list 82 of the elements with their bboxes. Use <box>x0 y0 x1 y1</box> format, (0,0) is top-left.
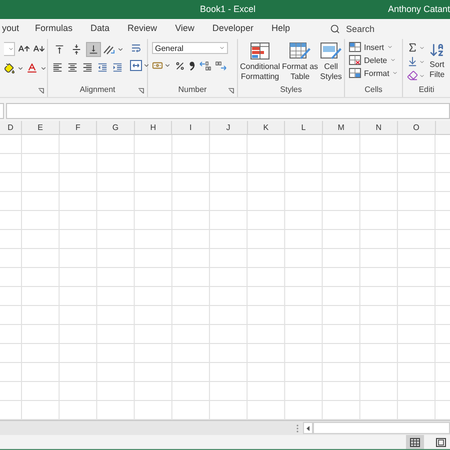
decrease-indent-icon[interactable] <box>97 62 108 73</box>
group-label: Number <box>178 84 207 96</box>
increase-indent-icon[interactable] <box>112 62 123 73</box>
format-cells-icon <box>349 68 361 78</box>
style-button[interactable]: Cell Styles <box>320 42 342 82</box>
horizontal-scrollbar[interactable] <box>313 422 450 434</box>
ribbon-tab[interactable]: Formulas <box>33 23 75 35</box>
group-label: Alignment <box>80 84 116 96</box>
column-header[interactable]: H <box>134 121 172 134</box>
caret-icon[interactable] <box>17 64 24 72</box>
ribbon-tab[interactable]: View <box>173 23 196 35</box>
scroll-left-button[interactable] <box>303 422 313 434</box>
align-left-icon[interactable] <box>52 62 63 73</box>
column-header[interactable]: F <box>60 121 98 134</box>
column-header[interactable]: K <box>248 121 286 134</box>
style-button[interactable]: Conditional Formatting <box>240 42 280 82</box>
ribbon-tab[interactable]: yout <box>0 23 22 35</box>
delete-cells-icon <box>349 55 361 65</box>
caret-icon[interactable] <box>164 62 171 69</box>
column-header[interactable]: M <box>322 121 360 134</box>
ribbon-tab[interactable]: Developer <box>210 23 256 35</box>
vertical-align-icon <box>88 44 99 55</box>
group-label: Editi <box>418 84 434 96</box>
caret-icon[interactable] <box>117 46 124 53</box>
search-field[interactable]: Search <box>346 24 374 34</box>
cell-styles-icon <box>320 42 342 60</box>
column-header[interactable]: E <box>22 121 60 134</box>
clear-icon[interactable] <box>407 70 418 81</box>
user-name[interactable]: Anthony Catant <box>388 4 450 14</box>
cell-grid[interactable] <box>0 135 450 420</box>
accounting-format-icon[interactable] <box>152 60 163 71</box>
merge-cells-icon[interactable] <box>130 60 142 71</box>
dialog-launcher-icon[interactable] <box>138 88 144 94</box>
group-label: Cells <box>364 84 382 96</box>
dialog-launcher-icon[interactable] <box>228 88 234 94</box>
table-style-icon <box>289 42 312 60</box>
comma-style-icon[interactable] <box>189 60 195 70</box>
dialog-launcher-icon[interactable] <box>38 88 44 94</box>
insert-cells-icon <box>349 42 361 52</box>
column-header[interactable]: G <box>97 121 135 134</box>
font-size-field[interactable] <box>4 42 15 56</box>
group-label: Styles <box>280 84 302 96</box>
caret-icon[interactable] <box>143 62 150 69</box>
cells-button[interactable]: Format <box>349 68 398 78</box>
resize-handle-icon[interactable] <box>296 424 299 432</box>
column-header[interactable]: I <box>172 121 210 134</box>
wrap-text-icon[interactable] <box>130 42 142 54</box>
vertical-align-icon <box>54 44 65 55</box>
fill-down-icon[interactable] <box>407 56 418 67</box>
page-layout-icon <box>436 438 446 446</box>
sort-icon <box>429 42 445 58</box>
column-header[interactable]: D <box>0 121 22 134</box>
column-header[interactable]: L <box>285 121 323 134</box>
cells-button[interactable]: Insert <box>349 42 398 52</box>
number-format-field[interactable]: General <box>152 42 228 54</box>
column-header[interactable]: O <box>398 121 436 134</box>
view-button[interactable] <box>406 435 424 449</box>
grid-icon <box>410 438 420 446</box>
align-right-icon[interactable] <box>82 62 93 73</box>
increase-decimal-icon[interactable] <box>199 60 211 70</box>
percent-icon[interactable] <box>175 60 185 70</box>
sort-filter-button[interactable]: Sort Filte <box>429 42 445 80</box>
conditional-formatting-icon <box>250 42 270 60</box>
fill-color-icon[interactable] <box>4 62 15 74</box>
text-orientation-icon[interactable] <box>103 44 115 55</box>
search-icon[interactable] <box>330 24 340 34</box>
column-header[interactable]: N <box>360 121 398 134</box>
column-header[interactable]: J <box>210 121 248 134</box>
caret-icon[interactable] <box>40 64 47 72</box>
window-title: Book1 - Excel <box>200 4 256 14</box>
font-color-icon[interactable] <box>26 62 38 74</box>
ribbon-tab[interactable]: Help <box>269 23 292 35</box>
vertical-align-button[interactable] <box>86 42 101 57</box>
ribbon-tab[interactable]: Review <box>126 23 160 35</box>
cells-button[interactable]: Delete <box>349 55 398 65</box>
decrease-decimal-icon[interactable] <box>215 60 227 70</box>
align-center-icon[interactable] <box>67 62 78 73</box>
autosum-icon[interactable] <box>407 42 418 53</box>
ribbon-tab[interactable]: Data <box>88 23 112 35</box>
arrow-left-icon <box>306 426 310 430</box>
vertical-align-icon <box>71 44 82 55</box>
style-button[interactable]: Format as Table <box>282 42 318 82</box>
